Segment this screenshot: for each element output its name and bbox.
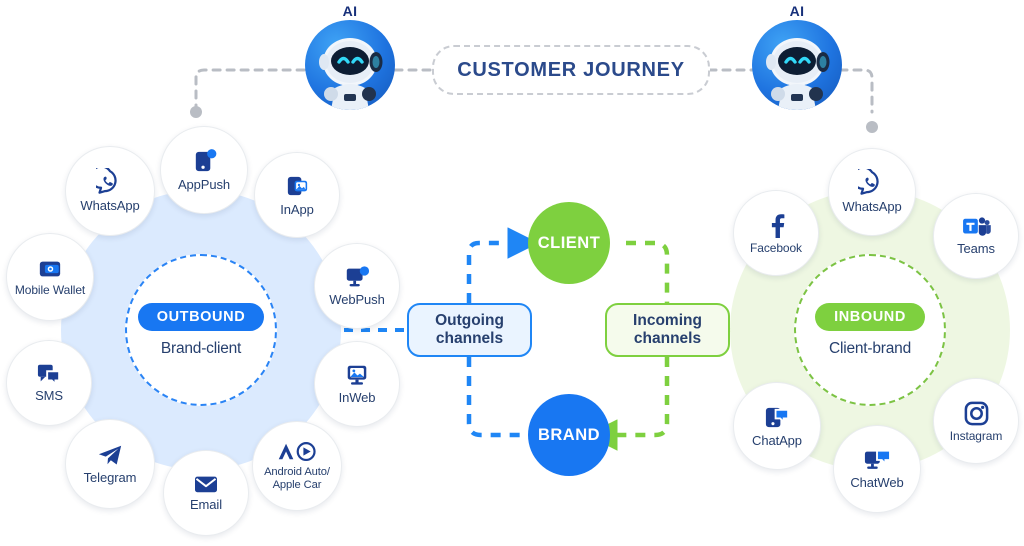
incoming-channels-box[interactable]: Incoming channels <box>605 303 730 357</box>
channel-label: Mobile Wallet <box>14 283 86 298</box>
channel-label: AppPush <box>177 176 231 192</box>
header-connector-right-dot <box>866 121 878 133</box>
channel-label: Teams <box>957 241 995 257</box>
ai-avatar-left: AI <box>305 3 395 110</box>
channel-label: Email <box>189 497 222 513</box>
link-client-to-incoming <box>626 240 670 303</box>
facebook-icon <box>764 212 789 239</box>
android-auto-apple-car-icon <box>276 441 318 463</box>
header-connector-right <box>838 68 874 114</box>
client-label: CLIENT <box>537 233 601 252</box>
instagram-icon <box>963 400 990 427</box>
outbound-core-label: OUTBOUND Brand-client <box>96 303 306 358</box>
channel-label: InWeb <box>338 390 376 406</box>
channel-label: Telegram <box>83 470 137 486</box>
robot-avatar-icon <box>752 20 842 110</box>
channel-bubble-whatsapp-outbound[interactable]: WhatsApp <box>65 146 155 236</box>
header-connector-left-dot <box>190 106 202 118</box>
channel-bubble-inapp[interactable]: InApp <box>254 152 340 238</box>
channel-bubble-instagram[interactable]: Instagram <box>933 378 1019 464</box>
channel-bubble-sms[interactable]: SMS <box>6 340 92 426</box>
channel-bubble-chatapp[interactable]: ChatApp <box>733 382 821 470</box>
incoming-channels-line1: Incoming <box>633 311 702 329</box>
link-outgoing-to-client <box>466 227 539 303</box>
channel-bubble-chatweb[interactable]: ChatWeb <box>833 425 921 513</box>
channel-bubble-inweb[interactable]: InWeb <box>314 341 400 427</box>
channel-bubble-email[interactable]: Email <box>163 450 249 536</box>
app-push-icon <box>191 148 218 175</box>
channel-label: Facebook <box>750 240 802 255</box>
channel-label: ChatWeb <box>850 475 904 491</box>
telegram-icon <box>96 442 124 468</box>
channel-label: Instagram <box>949 428 1003 443</box>
channel-label: WhatsApp <box>80 198 140 214</box>
channel-label: SMS <box>35 388 63 404</box>
header-connector-left <box>194 68 307 114</box>
channel-bubble-teams[interactable]: Teams <box>933 193 1019 279</box>
channel-label: ChatApp <box>752 432 802 448</box>
channel-label: InApp <box>280 201 314 217</box>
robot-avatar-icon <box>305 20 395 110</box>
brand-label: BRAND <box>537 425 601 444</box>
chat-web-icon <box>862 447 892 473</box>
channel-bubble-webpush[interactable]: WebPush <box>314 243 400 329</box>
link-incoming-to-brand <box>586 357 670 451</box>
inbound-subtitle: Client-brand <box>828 340 912 357</box>
channel-bubble-facebook[interactable]: Facebook <box>733 190 819 276</box>
mobile-wallet-icon <box>36 257 64 281</box>
chat-app-icon <box>763 404 791 431</box>
outbound-badge: OUTBOUND <box>137 303 265 331</box>
outgoing-channels-line2: channels <box>435 330 504 347</box>
channel-bubble-mobile-wallet[interactable]: Mobile Wallet <box>6 233 94 321</box>
ai-label-left: AI <box>342 3 358 19</box>
outgoing-channels-line1: Outgoing <box>435 311 504 329</box>
email-icon <box>192 473 220 495</box>
diagram-canvas: AI CUSTOMER JOURNEY AI OUTBOUND Brand-cl… <box>0 0 1024 546</box>
ai-avatar-right: AI <box>752 3 842 110</box>
channel-bubble-android-auto-apple-car[interactable]: Android Auto/ Apple Car <box>252 421 342 511</box>
web-push-icon <box>343 264 371 290</box>
ai-label-right: AI <box>789 3 805 19</box>
channel-label: WebPush <box>329 292 385 308</box>
customer-journey-label: CUSTOMER JOURNEY <box>457 58 685 81</box>
inbound-badge: INBOUND <box>815 303 925 331</box>
channel-bubble-telegram[interactable]: Telegram <box>65 419 155 509</box>
in-web-icon <box>343 362 371 388</box>
customer-journey-banner: CUSTOMER JOURNEY <box>432 45 710 95</box>
link-outgoing-to-brand <box>466 357 528 438</box>
channel-label: Android Auto/ Apple Car <box>264 466 330 491</box>
whatsapp-icon <box>858 169 886 197</box>
outgoing-channels-box[interactable]: Outgoing channels <box>407 303 532 357</box>
incoming-channels-line2: channels <box>633 330 702 347</box>
whatsapp-icon <box>96 168 124 196</box>
channel-bubble-whatsapp-inbound[interactable]: WhatsApp <box>828 148 916 236</box>
channel-bubble-apppush[interactable]: AppPush <box>160 126 248 214</box>
sms-icon <box>35 362 63 387</box>
outbound-subtitle: Brand-client <box>160 340 242 357</box>
in-app-icon <box>284 173 311 200</box>
client-node[interactable]: CLIENT <box>528 202 610 284</box>
inbound-core-label: INBOUND Client-brand <box>765 303 975 358</box>
brand-node[interactable]: BRAND <box>528 394 610 476</box>
microsoft-teams-icon <box>961 215 991 239</box>
channel-label: WhatsApp <box>842 199 902 215</box>
